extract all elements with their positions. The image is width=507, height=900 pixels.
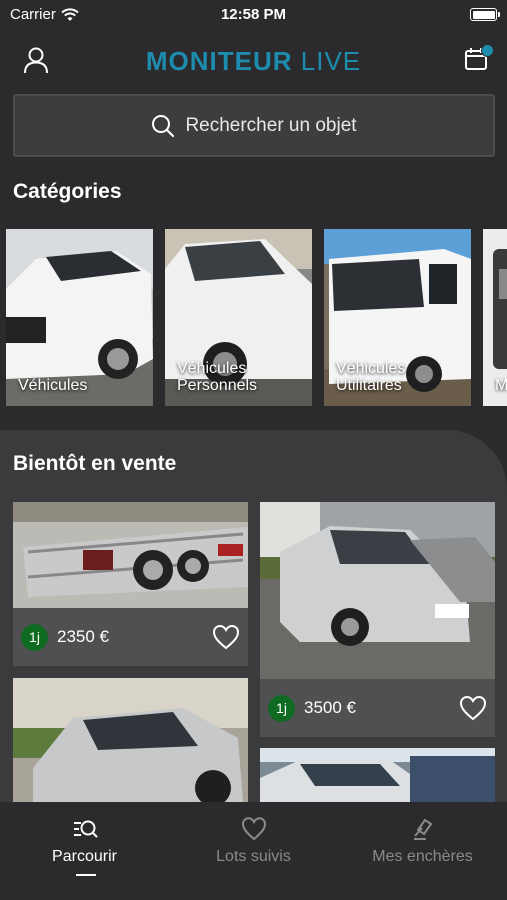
brand-logo: MONITEUR LIVE <box>0 46 507 77</box>
tab-lots-suivis[interactable]: Lots suivis <box>169 816 338 866</box>
tab-parcourir[interactable]: Parcourir <box>0 816 169 866</box>
brand-light: LIVE <box>300 46 362 76</box>
notification-dot <box>481 44 494 57</box>
category-tile-vehicules-utilitaires[interactable]: Véhicules Utilitaires <box>324 229 471 406</box>
category-tile-vehicules-personnels[interactable]: Véhicules Personnels <box>165 229 312 406</box>
lot-card[interactable] <box>260 748 495 802</box>
heart-icon[interactable] <box>212 624 240 650</box>
lot-price: 3500 € <box>304 698 356 717</box>
upcoming-title: Bientôt en vente <box>13 452 177 475</box>
lot-info: 1j 2350 € <box>13 608 248 666</box>
categories-title: Catégories <box>13 180 122 203</box>
lot-photo <box>260 502 495 679</box>
heart-icon[interactable] <box>459 695 487 721</box>
browse-search-icon <box>73 820 97 838</box>
tab-label: Parcourir <box>52 848 117 865</box>
status-bar: Carrier 12:58 PM <box>0 0 507 30</box>
lot-photo <box>13 678 248 802</box>
tab-label: Lots suivis <box>216 848 291 865</box>
category-tile-partial[interactable]: M <box>483 229 507 406</box>
brand-bold: MONITEUR <box>145 46 293 76</box>
heart-icon <box>241 817 266 841</box>
status-time: 12:58 PM <box>220 6 287 23</box>
lot-card[interactable]: 1j 2350 € <box>13 502 248 666</box>
lot-info: 1j 3500 € <box>260 679 495 737</box>
category-label: Véhicules <box>18 377 88 394</box>
search-placeholder: Rechercher un objet <box>185 114 357 136</box>
lot-card[interactable]: 1j 3500 € <box>260 502 495 737</box>
lot-photo <box>13 502 248 608</box>
active-tab-indicator <box>76 874 96 876</box>
tab-mes-encheres[interactable]: Mes enchères <box>338 816 507 866</box>
tab-bar: Parcourir Lots suivis Mes enchères <box>0 802 507 900</box>
category-label: Véhicules Utilitaires <box>336 360 406 394</box>
lot-price: 2350 € <box>57 627 109 646</box>
search-bar[interactable]: Rechercher un objet <box>13 94 495 157</box>
app-header: MONITEUR LIVE <box>0 36 507 86</box>
category-tile-vehicules[interactable]: Véhicules <box>6 229 153 406</box>
gavel-icon <box>413 818 432 840</box>
categories-carousel[interactable]: Véhicules Véhicules Personnels Véhicules… <box>6 229 507 406</box>
search-icon <box>152 114 175 137</box>
battery-icon <box>470 8 500 21</box>
tab-label: Mes enchères <box>372 848 473 865</box>
lot-card[interactable] <box>13 678 248 802</box>
category-label: Véhicules Personnels <box>177 360 258 394</box>
days-left-badge: 1j <box>268 694 295 722</box>
category-label: M <box>495 377 507 394</box>
lot-photo <box>260 748 495 802</box>
days-left-badge: 1j <box>21 623 48 651</box>
